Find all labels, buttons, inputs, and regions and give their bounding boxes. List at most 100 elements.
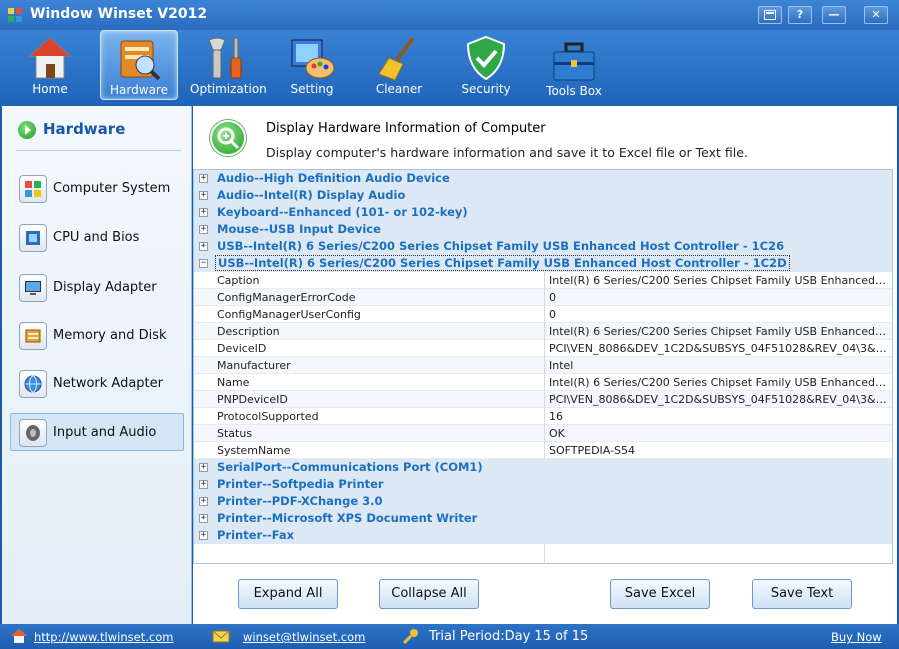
sidebar-item-cpu-and-bios[interactable]: CPU and Bios: [10, 218, 184, 256]
tree-row-device[interactable]: + Printer--Microsoft XPS Document Writer: [194, 510, 892, 527]
property-value: 16: [549, 410, 563, 423]
toolbar-cleaner[interactable]: Cleaner: [364, 30, 434, 100]
page-description: Display computer's hardware information …: [266, 145, 748, 160]
property-key: SystemName: [217, 444, 291, 457]
property-row[interactable]: Name Intel(R) 6 Series/C200 Series Chips…: [194, 374, 892, 391]
column-divider: [544, 425, 545, 442]
sidebar-item-network-adapter[interactable]: Network Adapter: [10, 364, 184, 402]
column-divider: [544, 289, 545, 306]
property-row[interactable]: ConfigManagerErrorCode 0: [194, 289, 892, 306]
property-row[interactable]: ProtocolSupported 16: [194, 408, 892, 425]
buy-now-link[interactable]: Buy Now: [831, 630, 882, 644]
device-name: Mouse--USB Input Device: [217, 222, 381, 236]
play-icon: [18, 121, 36, 139]
save-text-button[interactable]: Save Text: [752, 579, 852, 609]
sidebar-item-label: Computer System: [53, 181, 171, 196]
expand-toggle-icon[interactable]: +: [199, 514, 208, 523]
expand-toggle-icon[interactable]: +: [199, 242, 208, 251]
device-name: USB--Intel(R) 6 Series/C200 Series Chips…: [217, 239, 785, 253]
sidebar-item-input-and-audio[interactable]: Input and Audio: [10, 413, 184, 451]
tree-row-device[interactable]: + Keyboard--Enhanced (101- or 102-key): [194, 204, 892, 221]
hardware-icon: [120, 40, 161, 81]
property-value: OK: [549, 427, 565, 440]
tree-row-device-selected[interactable]: − USB--Intel(R) 6 Series/C200 Series Chi…: [194, 255, 892, 272]
website-link[interactable]: http://www.tlwinset.com: [34, 630, 173, 644]
tree-row-device[interactable]: + Printer--Softpedia Printer: [194, 476, 892, 493]
minimize-icon: —: [828, 8, 840, 21]
tree-row-device[interactable]: + Mouse--USB Input Device: [194, 221, 892, 238]
hardware-tree[interactable]: + Audio--High Definition Audio Device + …: [193, 169, 893, 564]
property-key: Manufacturer: [217, 359, 291, 372]
property-key: Description: [217, 325, 280, 338]
property-row[interactable]: Status OK: [194, 425, 892, 442]
status-bar: http://www.tlwinset.com winset@tlwinset.…: [0, 624, 899, 649]
toolbar-optimization[interactable]: Optimization: [190, 30, 267, 100]
toolbar-label: Home: [32, 82, 68, 96]
property-row[interactable]: ConfigManagerUserConfig 0: [194, 306, 892, 323]
help-button[interactable]: ?: [788, 6, 812, 24]
column-divider: [544, 323, 545, 340]
trial-status: Trial Period:Day 15 of 15: [429, 629, 589, 644]
property-value: Intel(R) 6 Series/C200 Series Chipset Fa…: [549, 274, 889, 287]
property-row[interactable]: PNPDeviceID PCI\VEN_8086&DEV_1C2D&SUBSYS…: [194, 391, 892, 408]
expand-toggle-icon[interactable]: +: [199, 225, 208, 234]
sidebar-item-display-adapter[interactable]: Display Adapter: [10, 268, 184, 306]
expand-toggle-icon[interactable]: +: [199, 497, 208, 506]
title-bar: Window Winset V2012 ? — ✕: [0, 0, 899, 30]
sidebar-item-label: Network Adapter: [53, 376, 163, 391]
shield-icon: [466, 35, 506, 81]
speaker-icon: [19, 419, 47, 447]
windows-icon: [19, 175, 47, 203]
collapse-toggle-icon[interactable]: −: [199, 259, 208, 268]
toolbar-setting[interactable]: Setting: [276, 30, 348, 100]
expand-toggle-icon[interactable]: +: [199, 480, 208, 489]
toolbar-tools-box[interactable]: Tools Box: [538, 30, 610, 100]
property-row[interactable]: Description Intel(R) 6 Series/C200 Serie…: [194, 323, 892, 340]
tree-row-device[interactable]: + Printer--Fax: [194, 527, 892, 544]
expand-toggle-icon[interactable]: +: [199, 208, 208, 217]
property-row[interactable]: Caption Intel(R) 6 Series/C200 Series Ch…: [194, 272, 892, 289]
toolbar-home[interactable]: Home: [12, 30, 88, 100]
window-title: Window Winset V2012: [30, 6, 208, 22]
column-divider: [544, 442, 545, 459]
column-divider: [544, 306, 545, 323]
toolbox-icon: [553, 42, 595, 81]
property-value: Intel(R) 6 Series/C200 Series Chipset Fa…: [549, 325, 889, 338]
expand-toggle-icon[interactable]: +: [199, 191, 208, 200]
tree-row-device[interactable]: + USB--Intel(R) 6 Series/C200 Series Chi…: [194, 238, 892, 255]
close-button[interactable]: ✕: [864, 6, 888, 24]
expand-all-button[interactable]: Expand All: [238, 579, 338, 609]
expand-toggle-icon[interactable]: +: [199, 463, 208, 472]
property-row[interactable]: Manufacturer Intel: [194, 357, 892, 374]
help-icon: ?: [796, 8, 804, 21]
property-row[interactable]: DeviceID PCI\VEN_8086&DEV_1C2D&SUBSYS_04…: [194, 340, 892, 357]
sidebar-item-computer-system[interactable]: Computer System: [10, 169, 184, 207]
property-value: 0: [549, 291, 556, 304]
device-name: Printer--Microsoft XPS Document Writer: [217, 511, 478, 525]
toolbar-hardware[interactable]: Hardware: [100, 30, 178, 100]
column-divider: [544, 340, 545, 357]
collapse-all-button[interactable]: Collapse All: [379, 579, 479, 609]
column-divider: [544, 408, 545, 425]
device-name: Printer--Fax: [217, 528, 295, 542]
toolbar-security[interactable]: Security: [450, 30, 522, 100]
device-name: Audio--High Definition Audio Device: [217, 171, 450, 185]
skin-button[interactable]: [758, 6, 782, 24]
save-excel-button[interactable]: Save Excel: [610, 579, 710, 609]
tree-row-device[interactable]: + SerialPort--Communications Port (COM1): [194, 459, 892, 476]
column-divider: [544, 391, 545, 408]
sidebar-item-memory-and-disk[interactable]: Memory and Disk: [10, 316, 184, 354]
tree-row-device[interactable]: + Audio--Intel(R) Display Audio: [194, 187, 892, 204]
house-icon: [28, 37, 72, 79]
tree-row-device[interactable]: + Printer--PDF-XChange 3.0: [194, 493, 892, 510]
sidebar: Hardware Computer System CPU and Bios Di…: [2, 106, 192, 624]
expand-toggle-icon[interactable]: +: [199, 174, 208, 183]
toolbar-label: Hardware: [110, 83, 168, 97]
tree-row-device[interactable]: + Audio--High Definition Audio Device: [194, 170, 892, 187]
property-value: PCI\VEN_8086&DEV_1C2D&SUBSYS_04F51028&RE…: [549, 393, 889, 406]
minimize-button[interactable]: —: [822, 6, 846, 24]
property-row[interactable]: SystemName SOFTPEDIA-S54: [194, 442, 892, 459]
email-link[interactable]: winset@tlwinset.com: [243, 630, 365, 644]
expand-toggle-icon[interactable]: +: [199, 531, 208, 540]
chip-icon: [19, 224, 47, 252]
